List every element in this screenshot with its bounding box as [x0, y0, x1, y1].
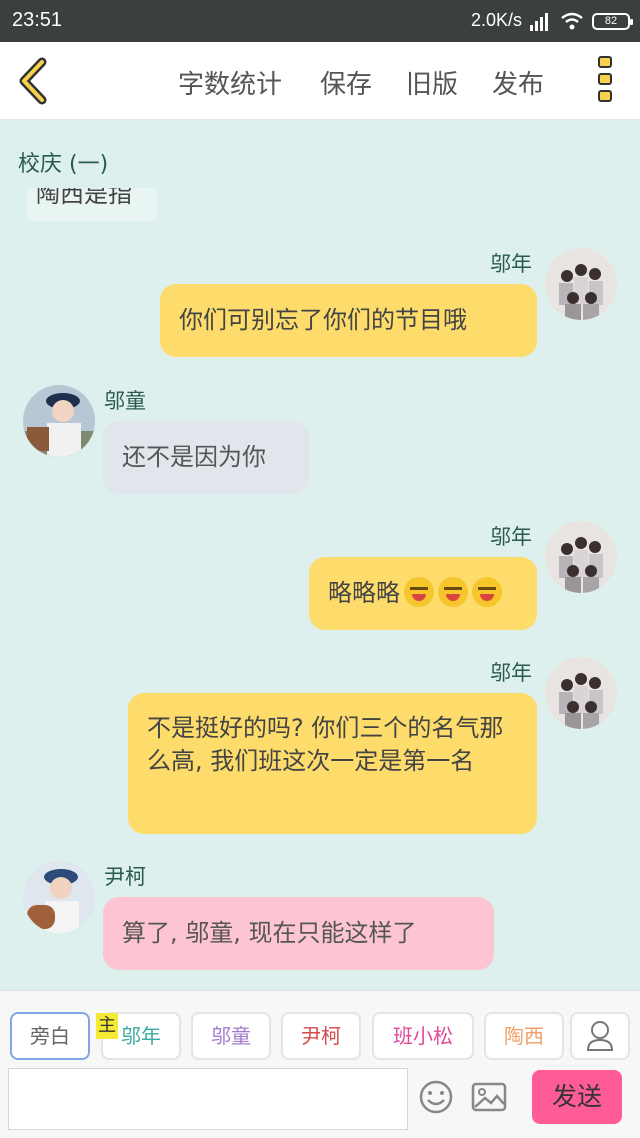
baseball-player-photo-icon — [23, 861, 95, 933]
message-speaker: 邬年 — [490, 252, 532, 276]
chevron-left-icon — [19, 57, 47, 105]
message-text: 你们可别忘了你们的节目哦 — [179, 306, 467, 334]
laughing-emoji-icon — [404, 577, 434, 607]
message-bubble[interactable]: 略略略 — [309, 557, 537, 630]
menu-dot-icon — [598, 73, 612, 85]
host-badge: 主 — [96, 1013, 118, 1039]
baseball-player-photo-icon — [23, 385, 95, 457]
image-button[interactable] — [470, 1078, 508, 1116]
message-text: 略略略 — [328, 579, 400, 607]
role-taoxi[interactable]: 陶西 — [484, 1012, 564, 1060]
message-text: 不是挺好的吗? 你们三个的名气那么高, 我们班这次一定是第一名 — [147, 714, 504, 775]
group-photo-icon — [545, 521, 617, 593]
word-count-button[interactable]: 字数统计 — [178, 64, 282, 101]
wifi-icon — [561, 12, 583, 30]
smiley-icon — [419, 1080, 453, 1114]
role-yinke[interactable]: 尹柯 — [281, 1012, 361, 1060]
menu-dot-icon — [598, 90, 612, 102]
old-version-button[interactable]: 旧版 — [406, 64, 458, 101]
role-narration[interactable]: 旁白 — [10, 1012, 90, 1060]
emoji-button[interactable] — [417, 1078, 455, 1116]
message-bubble-partial[interactable]: 陶西是指 — [26, 188, 158, 221]
send-button[interactable]: 发送 — [532, 1070, 622, 1124]
laughing-emoji-icon — [472, 577, 502, 607]
top-bar: 字数统计 保存 旧版 发布 — [0, 42, 640, 120]
avatar-wutong[interactable] — [23, 385, 95, 457]
role-wutong[interactable]: 邬童 — [191, 1012, 271, 1060]
image-icon — [471, 1082, 507, 1112]
signal-icon — [530, 13, 548, 31]
publish-button[interactable]: 发布 — [492, 64, 544, 101]
more-menu-button[interactable] — [594, 56, 616, 108]
network-speed: 2.0K/s — [470, 10, 522, 30]
add-role-button[interactable] — [570, 1012, 630, 1060]
message-bubble[interactable]: 算了, 邬童, 现在只能这样了 — [103, 897, 494, 970]
laughing-emoji-icon — [438, 577, 468, 607]
group-photo-icon — [545, 248, 617, 320]
message-bubble[interactable]: 还不是因为你 — [103, 421, 309, 494]
battery-icon: 82 — [592, 13, 633, 30]
person-icon — [586, 1021, 614, 1051]
status-bar: 23:51 2.0K/s 82 — [0, 0, 640, 42]
back-button[interactable] — [12, 56, 56, 106]
message-text: 陶西是指 — [36, 188, 132, 208]
message-speaker: 邬年 — [490, 661, 532, 685]
role-banxiaosong[interactable]: 班小松 — [372, 1012, 474, 1060]
message-bubble[interactable]: 不是挺好的吗? 你们三个的名气那么高, 我们班这次一定是第一名 — [128, 693, 537, 834]
chapter-title: 校庆 (一) — [18, 152, 109, 177]
menu-dot-icon — [598, 56, 612, 68]
message-text: 算了, 邬童, 现在只能这样了 — [122, 919, 417, 947]
avatar-yinke[interactable] — [23, 861, 95, 933]
status-time: 23:51 — [12, 9, 63, 31]
avatar-wunian[interactable] — [545, 657, 617, 729]
avatar-wunian[interactable] — [545, 248, 617, 320]
save-button[interactable]: 保存 — [320, 64, 372, 101]
message-input[interactable] — [8, 1068, 408, 1130]
message-speaker: 邬年 — [490, 525, 532, 549]
group-photo-icon — [545, 657, 617, 729]
avatar-wunian[interactable] — [545, 521, 617, 593]
message-speaker: 邬童 — [104, 389, 146, 413]
message-text: 还不是因为你 — [122, 443, 266, 471]
message-speaker: 尹柯 — [104, 865, 146, 889]
message-bubble[interactable]: 你们可别忘了你们的节目哦 — [160, 284, 537, 357]
